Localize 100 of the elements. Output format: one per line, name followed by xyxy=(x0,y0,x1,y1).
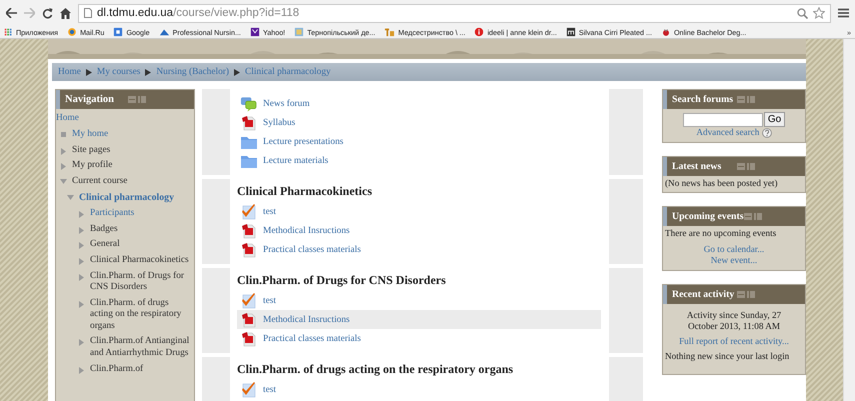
quiz-icon xyxy=(240,204,256,220)
collapse-icon[interactable] xyxy=(128,96,136,103)
collapse-icon[interactable] xyxy=(736,162,744,170)
nav-item[interactable]: Badges xyxy=(90,224,118,235)
activity-link[interactable]: Methodical Insructions xyxy=(263,226,350,236)
block-text: (No news has been posted yet) xyxy=(665,178,779,189)
address-bar[interactable]: dl.tdmu.edu.ua/course/view.php?id=118 xyxy=(78,4,831,22)
collapsed-arrow-icon[interactable] xyxy=(61,148,66,155)
activity-row[interactable]: Methodical Insructions xyxy=(237,310,601,329)
block-text: Nothing new since your last login xyxy=(665,351,790,363)
nav-item[interactable]: Current course xyxy=(72,176,128,188)
yahoo-icon xyxy=(250,28,260,36)
activity-link[interactable]: Syllabus xyxy=(263,118,296,128)
collapsed-arrow-icon[interactable] xyxy=(79,274,84,281)
collapsed-arrow-icon[interactable] xyxy=(79,258,84,266)
event-link[interactable]: New event... xyxy=(710,255,758,266)
pdf-icon xyxy=(240,312,256,328)
wave-icon xyxy=(159,28,169,36)
activity-link[interactable]: Practical classes materials xyxy=(263,334,361,344)
activity-link[interactable]: test xyxy=(263,384,276,394)
dock-icon[interactable] xyxy=(138,96,146,103)
activity-row[interactable]: Practical classes materials xyxy=(237,329,601,348)
nav-item[interactable]: Clin.Pharm.of Antianginal and Antiarrhythmic Drugs xyxy=(90,336,191,360)
full-report-link[interactable]: Full report of recent activity... xyxy=(679,336,789,346)
quiz-icon xyxy=(240,292,256,308)
folder-icon xyxy=(240,134,256,148)
nav-link[interactable]: Participants xyxy=(90,208,134,220)
activity-row[interactable]: News forum xyxy=(237,94,601,113)
nav-item[interactable]: Clin.Pharm. of drugs acting on the respiratory organs xyxy=(90,298,191,332)
forum-icon xyxy=(240,96,257,112)
activity-since: Activity since Sunday, 27 October 2013, 11:08 AM xyxy=(686,308,782,333)
activity-link[interactable]: test xyxy=(263,296,276,306)
collapsed-arrow-icon[interactable] xyxy=(79,301,84,308)
collapsed-arrow-icon[interactable] xyxy=(79,226,84,234)
dock-icon[interactable] xyxy=(754,213,762,220)
site-icon xyxy=(294,28,304,36)
go-button[interactable]: Go xyxy=(764,112,786,127)
nav-link[interactable]: My home xyxy=(72,128,108,140)
activity-link[interactable]: News forum xyxy=(263,98,310,108)
scrollbar[interactable] xyxy=(843,39,855,401)
separator-arrow-icon xyxy=(86,68,92,76)
collapse-icon[interactable] xyxy=(736,96,744,103)
nav-item[interactable]: Site pages xyxy=(72,144,110,156)
activity-row[interactable]: Methodical Insructions xyxy=(237,221,601,240)
block-title: Latest news xyxy=(672,160,722,172)
activity-link[interactable]: test xyxy=(263,206,276,216)
page-icon xyxy=(84,8,92,18)
mail-icon xyxy=(68,28,76,36)
collapsed-arrow-icon[interactable] xyxy=(79,339,84,346)
bird-icon xyxy=(662,28,670,36)
activity-link[interactable]: Lecture materials xyxy=(263,156,328,166)
menu-icon[interactable] xyxy=(838,8,849,18)
nav-item[interactable]: Clinical Pharmacokinetics xyxy=(90,255,189,266)
pdf-icon xyxy=(240,114,256,130)
nav-link[interactable]: Clinical pharmacology xyxy=(79,192,174,204)
collapsed-arrow-icon[interactable] xyxy=(61,163,66,170)
advanced-search-link[interactable]: Advanced search xyxy=(696,127,760,137)
nav-item[interactable]: Clin.Pharm.of xyxy=(90,364,144,375)
activity-row[interactable]: Lecture presentations xyxy=(237,132,601,151)
activity-row[interactable]: Practical classes materials xyxy=(237,240,601,259)
collapse-icon[interactable] xyxy=(744,213,752,220)
event-link[interactable]: Go to calendar... xyxy=(704,244,764,255)
activity-row[interactable]: Lecture materials xyxy=(237,151,601,170)
activity-row[interactable]: test xyxy=(237,202,601,221)
forward-icon[interactable] xyxy=(24,8,35,18)
nav-item[interactable]: General xyxy=(90,239,120,251)
back-icon[interactable] xyxy=(6,8,17,18)
star-icon[interactable] xyxy=(813,7,825,19)
activity-row[interactable]: Syllabus xyxy=(237,113,601,132)
activity-row[interactable]: test xyxy=(237,380,601,399)
home-icon[interactable] xyxy=(60,8,71,18)
collapse-icon[interactable] xyxy=(736,290,744,298)
activity-row[interactable]: test xyxy=(237,291,601,310)
zoom-icon[interactable] xyxy=(797,8,808,18)
collapsed-arrow-icon[interactable] xyxy=(79,366,84,374)
activity-link[interactable]: Methodical Insructions xyxy=(263,314,350,324)
collapsed-arrow-icon[interactable] xyxy=(79,210,84,218)
collapsed-arrow-icon[interactable] xyxy=(79,242,84,250)
m-square-icon xyxy=(566,28,576,36)
activity-link[interactable]: Practical classes materials xyxy=(263,244,361,254)
expanded-arrow-icon[interactable] xyxy=(67,194,74,200)
section-title: Clinical Pharmacokinetics xyxy=(237,184,373,199)
nav-item[interactable]: Clin.Pharm. of Drugs for CNS Disorders xyxy=(90,270,191,294)
dock-icon[interactable] xyxy=(746,162,754,170)
expanded-arrow-icon[interactable] xyxy=(60,179,67,184)
dock-icon[interactable] xyxy=(746,96,754,103)
search-field[interactable] xyxy=(682,112,763,126)
info-icon xyxy=(475,28,484,36)
activity-link[interactable]: Lecture presentations xyxy=(263,136,344,146)
dock-icon[interactable] xyxy=(746,290,754,298)
nav-link[interactable]: Home xyxy=(56,113,79,124)
reload-icon[interactable] xyxy=(42,8,53,18)
apps-icon[interactable] xyxy=(4,28,12,36)
separator-arrow-icon xyxy=(234,68,240,76)
nav-item[interactable]: My profile xyxy=(72,160,112,172)
pdf-icon xyxy=(240,330,256,346)
help-icon[interactable] xyxy=(762,128,772,138)
block-text: There are no upcoming events xyxy=(665,228,778,240)
section-title: Clin.Pharm. of Drugs for CNS Disorders xyxy=(237,273,447,288)
block-title: Navigation xyxy=(65,94,116,105)
